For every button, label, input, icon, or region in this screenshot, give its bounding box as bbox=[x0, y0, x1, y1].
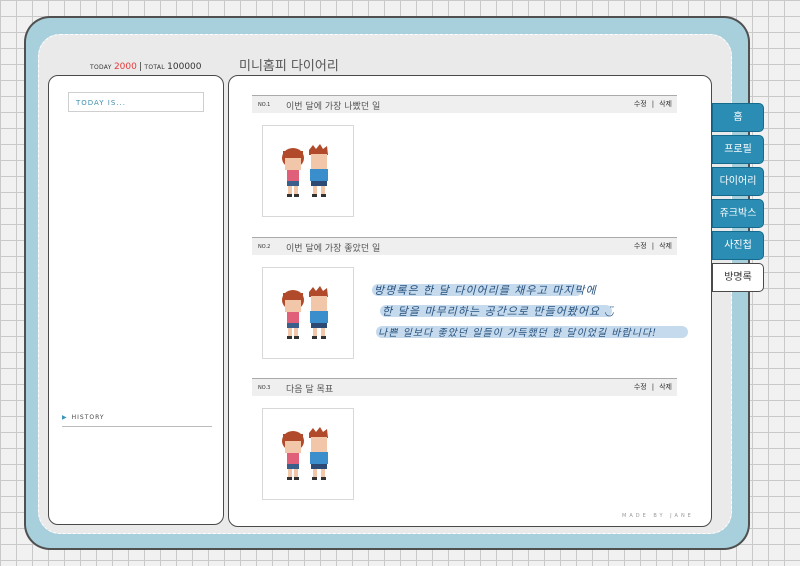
entry-header: NO.3 다음 달 목표 수정 | 삭제 bbox=[252, 378, 677, 396]
girl-character-icon bbox=[282, 431, 304, 480]
tab-guestbook[interactable]: 방명록 bbox=[712, 263, 764, 292]
note-line-3: 나쁜 일보다 좋았던 일들이 가득했던 한 달이었길 바랍니다! bbox=[378, 328, 658, 339]
entry-number: NO.2 bbox=[258, 244, 271, 250]
counter-separator: | bbox=[139, 62, 143, 72]
note-line-2: 한 달을 마무리하는 공간으로 만들어봤어요 ◡̈ bbox=[382, 305, 616, 318]
boy-character-icon bbox=[309, 286, 328, 339]
history-arrow-icon: ▶ bbox=[62, 414, 68, 421]
entry-title: 이번 달에 가장 나빴던 일 bbox=[286, 102, 381, 112]
today-is-box: TODAY IS... bbox=[68, 92, 204, 112]
edit-button[interactable]: 수정 bbox=[634, 383, 647, 391]
tab-home[interactable]: 홈 bbox=[712, 103, 764, 132]
entry-number: NO.1 bbox=[258, 102, 271, 108]
tab-diary[interactable]: 다이어리 bbox=[712, 167, 764, 196]
page-title: 미니홈피 다이어리 bbox=[239, 59, 339, 74]
entry-actions: 수정 | 삭제 bbox=[633, 242, 672, 250]
girl-character-icon bbox=[282, 290, 304, 339]
total-label: TOTAL bbox=[144, 64, 165, 71]
note-line-1: 방명록은 한 달 다이어리를 채우고 마지막에 bbox=[374, 284, 597, 297]
entry-title: 다음 달 목표 bbox=[286, 385, 334, 395]
entry-actions: 수정 | 삭제 bbox=[633, 100, 672, 108]
entry-actions: 수정 | 삭제 bbox=[633, 383, 672, 391]
entry-header: NO.1 이번 달에 가장 나빴던 일 수정 | 삭제 bbox=[252, 95, 677, 113]
total-count: 100000 bbox=[167, 62, 202, 72]
girl-character-icon bbox=[282, 148, 304, 197]
boy-character-icon bbox=[309, 427, 328, 480]
handwritten-note: 방명록은 한 달 다이어리를 채우고 마지막에 한 달을 마무리하는 공간으로 … bbox=[370, 280, 690, 350]
left-panel bbox=[48, 75, 224, 525]
entry-number: NO.3 bbox=[258, 385, 271, 391]
visitor-counter: TODAY 2000 | TOTAL 100000 bbox=[90, 62, 202, 74]
delete-button[interactable]: 삭제 bbox=[659, 383, 672, 391]
entry-image bbox=[262, 125, 354, 217]
history-label: HISTORY bbox=[71, 414, 105, 421]
today-count: 2000 bbox=[113, 62, 137, 72]
boy-character-icon bbox=[309, 144, 328, 197]
tab-jukebox[interactable]: 쥬크박스 bbox=[712, 199, 764, 228]
edit-button[interactable]: 수정 bbox=[634, 242, 647, 250]
entry-image bbox=[262, 267, 354, 359]
entry-header: NO.2 이번 달에 가장 좋았던 일 수정 | 삭제 bbox=[252, 237, 677, 255]
today-label: TODAY bbox=[90, 64, 112, 71]
entry-title: 이번 달에 가장 좋았던 일 bbox=[286, 244, 381, 254]
delete-button[interactable]: 삭제 bbox=[659, 100, 672, 108]
tab-photos[interactable]: 사진첩 bbox=[712, 231, 764, 260]
footer-credit: MADE BY JANE bbox=[622, 513, 694, 519]
history-section[interactable]: ▶ HISTORY bbox=[62, 414, 212, 427]
tab-profile[interactable]: 프로필 bbox=[712, 135, 764, 164]
delete-button[interactable]: 삭제 bbox=[659, 242, 672, 250]
edit-button[interactable]: 수정 bbox=[634, 100, 647, 108]
entry-image bbox=[262, 408, 354, 500]
